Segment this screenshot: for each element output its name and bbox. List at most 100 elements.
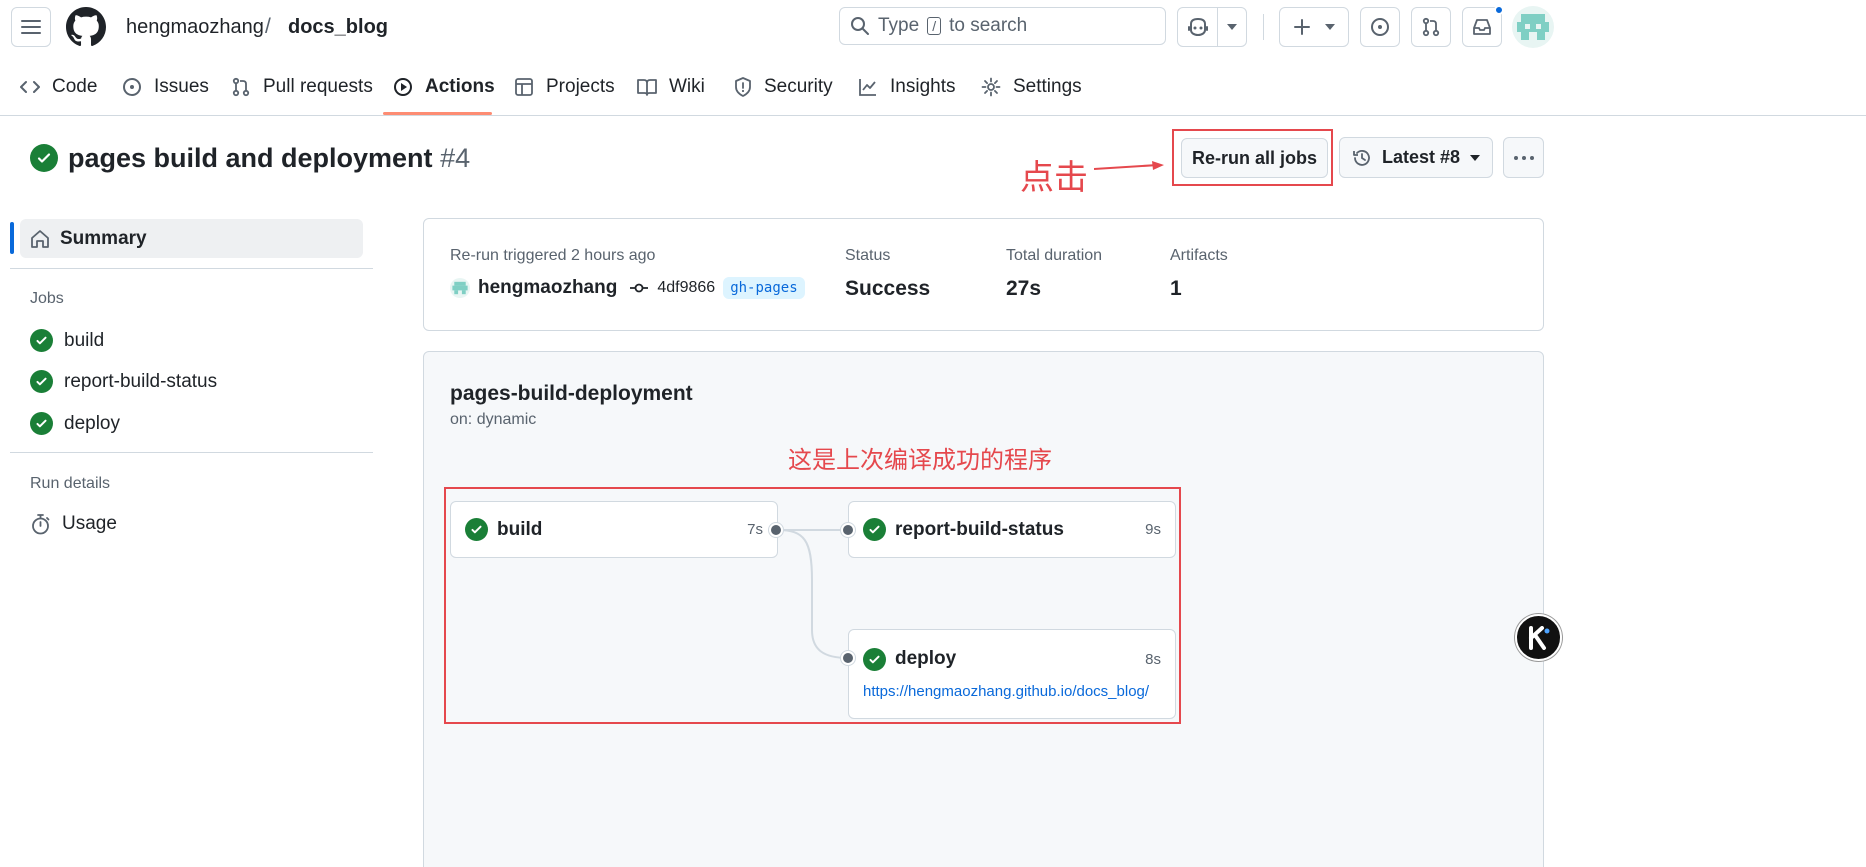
sidebar-item-job-deploy[interactable]: deploy (30, 412, 120, 435)
actor-avatar[interactable] (450, 278, 470, 298)
check-circle-icon (863, 518, 886, 541)
search-input[interactable]: Type / to search (839, 7, 1166, 45)
tab-label: Issues (154, 76, 209, 97)
job-duration: 8s (1145, 650, 1161, 668)
gear-icon (981, 77, 1001, 97)
inbox-icon (1472, 18, 1492, 36)
sidebar-item-label: Summary (60, 227, 147, 249)
triangle-down-icon (1227, 24, 1237, 30)
job-name: report-build-status (895, 518, 1064, 540)
avatar[interactable] (1512, 6, 1554, 48)
github-logo-icon[interactable] (66, 7, 106, 47)
sidebar-item-summary[interactable]: Summary (20, 219, 363, 258)
issue-opened-icon (122, 77, 142, 97)
check-circle-icon (863, 647, 886, 671)
job-name: deploy (895, 648, 957, 669)
status-label: Status (845, 247, 891, 264)
deploy-url-link[interactable]: https://hengmaozhang.github.io/docs_blog… (863, 683, 1161, 700)
artifacts-value[interactable]: 1 (1170, 277, 1182, 301)
git-pull-request-icon (1421, 17, 1441, 37)
tab-label: Wiki (669, 76, 705, 97)
sidebar-item-label: build (64, 329, 105, 351)
git-commit-icon (629, 282, 649, 294)
tab-pull-requests[interactable]: Pull requests (231, 76, 373, 98)
tab-code[interactable]: Code (20, 76, 97, 98)
jobs-heading: Jobs (30, 290, 64, 307)
copilot-button[interactable] (1178, 8, 1218, 46)
tab-projects[interactable]: Projects (514, 76, 615, 98)
sidebar-item-job-build[interactable]: build (30, 329, 104, 352)
sidebar-item-label: deploy (64, 412, 120, 434)
book-icon (637, 78, 657, 96)
repo-name-link[interactable]: docs_blog (288, 16, 388, 39)
sidebar-item-label: Usage (62, 513, 117, 534)
workflow-name: pages-build-deployment (450, 382, 693, 405)
status-value: Success (845, 277, 931, 300)
breadcrumb-separator: / (265, 15, 271, 38)
triangle-down-icon (1325, 24, 1335, 30)
page-title: pages build and deployment #4 (68, 143, 470, 174)
check-circle-icon (30, 329, 53, 352)
copilot-icon (1187, 17, 1209, 37)
tab-security[interactable]: Security (734, 76, 833, 98)
search-placeholder-prefix: Type (878, 15, 920, 36)
tab-insights[interactable]: Insights (858, 76, 955, 98)
job-node-deploy[interactable]: deploy 8s https://hengmaozhang.github.io… (848, 629, 1176, 719)
run-number: #4 (440, 143, 471, 173)
branch-badge[interactable]: gh-pages (723, 277, 805, 299)
workflow-trigger: on: dynamic (450, 411, 537, 428)
create-new-button[interactable] (1279, 7, 1349, 47)
assistant-logo-icon (1526, 625, 1552, 650)
annotation-arrow (1093, 158, 1166, 181)
history-icon (1352, 148, 1372, 168)
notification-dot (1494, 5, 1504, 15)
tab-wiki[interactable]: Wiki (637, 76, 705, 98)
job-node-build[interactable]: build 7s (450, 501, 778, 558)
tab-actions[interactable]: Actions (393, 76, 495, 98)
run-success-icon (30, 144, 58, 172)
hamburger-icon (21, 19, 41, 35)
tab-label: Settings (1013, 76, 1082, 97)
pull-requests-button[interactable] (1411, 7, 1451, 47)
tab-label: Security (764, 76, 833, 97)
job-duration: 9s (1145, 521, 1161, 538)
repo-owner-link[interactable]: hengmaozhang (126, 16, 264, 39)
rerun-all-jobs-button[interactable]: Re-run all jobs (1181, 138, 1328, 178)
connector-dot (841, 523, 855, 537)
search-icon (850, 16, 870, 36)
job-node-report-build-status[interactable]: report-build-status 9s (848, 501, 1176, 558)
actor-link[interactable]: hengmaozhang (478, 277, 617, 299)
shield-icon (734, 77, 752, 97)
tab-label: Pull requests (263, 76, 373, 97)
copilot-dropdown[interactable] (1218, 8, 1246, 46)
menu-button[interactable] (11, 7, 51, 47)
stopwatch-icon (30, 513, 51, 535)
connector-dot (841, 651, 855, 665)
sidebar-item-label: report-build-status (64, 370, 218, 392)
triangle-down-icon (1470, 154, 1481, 161)
table-icon (514, 77, 534, 97)
sidebar-item-job-report-build-status[interactable]: report-build-status (30, 370, 217, 393)
graph-icon (858, 77, 878, 97)
check-circle-icon (465, 518, 488, 541)
job-duration: 7s (747, 521, 763, 538)
check-circle-icon (30, 412, 53, 435)
floating-assistant-button[interactable] (1515, 614, 1562, 661)
tab-settings[interactable]: Settings (981, 76, 1082, 98)
sidebar-divider (10, 268, 373, 269)
issues-button[interactable] (1360, 7, 1400, 47)
run-title: pages build and deployment (68, 143, 433, 173)
commit-sha-link[interactable]: 4df9866 (657, 279, 715, 297)
nav-border (0, 115, 1866, 116)
tab-label: Projects (546, 76, 615, 97)
sidebar-item-usage[interactable]: Usage (30, 513, 117, 535)
play-icon (393, 77, 413, 97)
plus-icon (1293, 18, 1311, 36)
latest-run-button[interactable]: Latest #8 (1339, 137, 1493, 178)
issue-opened-icon (1370, 17, 1390, 37)
copilot-button-group (1177, 7, 1247, 47)
code-icon (20, 79, 40, 95)
more-options-button[interactable] (1503, 137, 1544, 178)
tab-issues[interactable]: Issues (122, 76, 209, 98)
connector-dot (769, 523, 783, 537)
